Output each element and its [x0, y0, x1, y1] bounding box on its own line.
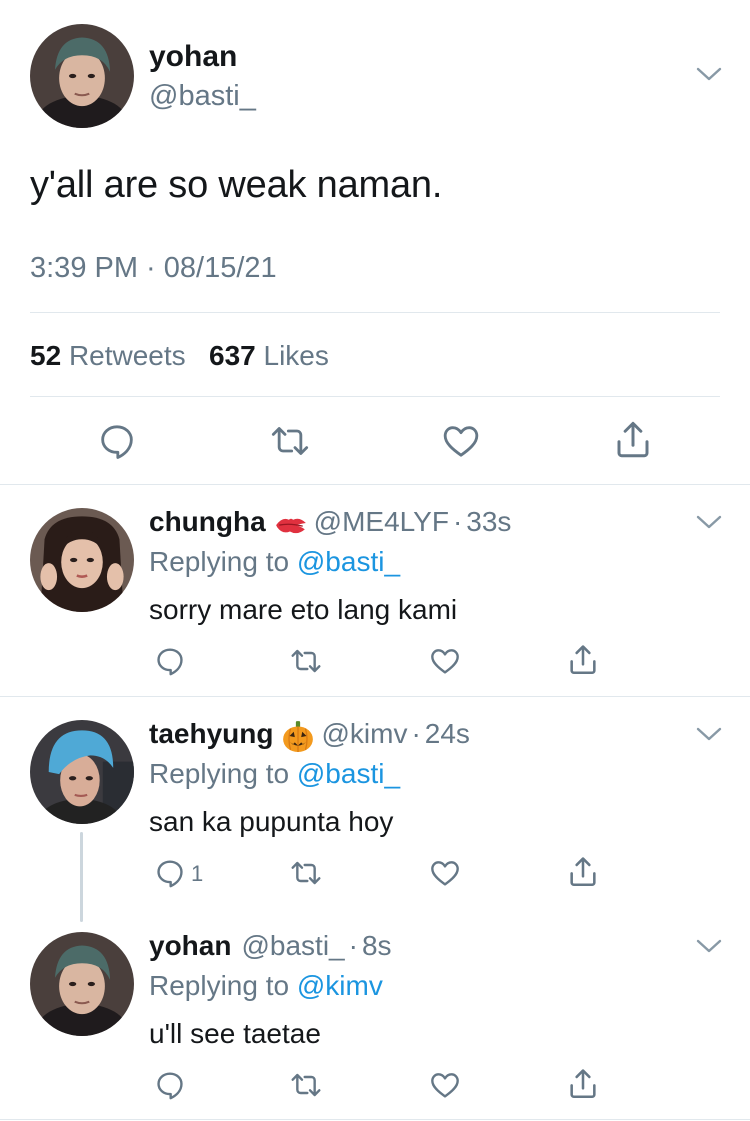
share-icon[interactable] — [612, 419, 654, 461]
main-tweet-handle[interactable]: @basti_ — [149, 80, 256, 113]
reply-handle[interactable]: @ME4LYF — [314, 506, 449, 537]
reply-header: chungha @ME4LYF · 33s — [149, 506, 511, 544]
share-icon[interactable] — [566, 1067, 600, 1101]
reply-time[interactable]: 24s — [425, 718, 470, 749]
retweet-icon[interactable] — [288, 857, 324, 889]
reply-display-name[interactable]: taehyung — [149, 718, 273, 749]
reply-icon[interactable] — [97, 421, 137, 461]
retweet-icon[interactable] — [288, 645, 324, 677]
reply-display-name[interactable]: yohan — [149, 930, 231, 961]
reply-header: yohan @basti_ · 8s — [149, 930, 392, 962]
retweet-icon[interactable] — [268, 421, 312, 461]
likes-label[interactable]: Likes — [264, 340, 329, 371]
chevron-down-icon[interactable] — [696, 514, 722, 530]
divider — [0, 1119, 750, 1120]
replying-to-link[interactable]: @kimv — [297, 970, 383, 1001]
replying-to-prefix: Replying to — [149, 546, 290, 577]
replying-to-line: Replying to @basti_ — [149, 758, 400, 790]
reply-text: san ka pupunta hoy — [149, 806, 394, 837]
retweets-count[interactable]: 52 — [30, 340, 61, 371]
reply-handle[interactable]: @kimv — [321, 718, 407, 749]
reply-icon[interactable] — [154, 1069, 186, 1101]
replying-to-prefix: Replying to — [149, 970, 290, 1001]
reply-time[interactable]: 33s — [466, 506, 511, 537]
reply-avatar[interactable] — [30, 508, 134, 612]
reply-avatar[interactable] — [30, 932, 134, 1036]
divider — [30, 396, 720, 397]
kiss-mark-icon — [274, 507, 308, 541]
retweets-label[interactable]: Retweets — [69, 340, 186, 371]
divider — [30, 312, 720, 313]
reply-icon[interactable] — [154, 857, 186, 889]
reply-icon[interactable] — [154, 645, 186, 677]
reply-header: taehyung @kimv · 24s — [149, 718, 470, 756]
main-tweet-text: y'all are so weak naman. — [30, 164, 443, 206]
replying-to-link[interactable]: @basti_ — [297, 758, 400, 789]
reply-count: 1 — [191, 861, 204, 886]
share-icon[interactable] — [566, 855, 600, 889]
divider — [0, 696, 750, 697]
replying-to-line: Replying to @basti_ — [149, 546, 400, 578]
like-heart-icon[interactable] — [440, 421, 482, 461]
divider — [0, 484, 750, 485]
reply-text: sorry mare eto lang kami — [149, 594, 458, 625]
share-icon[interactable] — [566, 643, 600, 677]
reply-text: u'll see taetae — [149, 1018, 321, 1049]
chevron-down-icon[interactable] — [696, 938, 722, 954]
main-tweet-display-name[interactable]: yohan — [149, 40, 237, 74]
replying-to-prefix: Replying to — [149, 758, 290, 789]
jack-o-lantern-icon — [281, 719, 315, 753]
like-heart-icon[interactable] — [428, 645, 462, 677]
main-tweet-avatar[interactable] — [30, 24, 134, 128]
meta-separator: · — [411, 718, 421, 749]
chevron-down-icon[interactable] — [696, 726, 722, 742]
meta-separator: · — [348, 930, 358, 961]
reply-avatar[interactable] — [30, 720, 134, 824]
meta-separator: · — [452, 506, 463, 537]
retweet-icon[interactable] — [288, 1069, 324, 1101]
chevron-down-icon[interactable] — [696, 66, 722, 82]
reply-handle[interactable]: @basti_ — [241, 930, 344, 961]
replying-to-link[interactable]: @basti_ — [297, 546, 400, 577]
main-tweet-timestamp[interactable]: 3:39 PM · 08/15/21 — [30, 252, 277, 285]
tweet-stats: 52 Retweets 637 Likes — [30, 340, 329, 372]
reply-time[interactable]: 8s — [362, 930, 392, 961]
likes-count[interactable]: 637 — [209, 340, 256, 371]
thread-connector-line — [80, 832, 83, 922]
reply-display-name[interactable]: chungha — [149, 506, 266, 537]
like-heart-icon[interactable] — [428, 1069, 462, 1101]
like-heart-icon[interactable] — [428, 857, 462, 889]
replying-to-line: Replying to @kimv — [149, 970, 383, 1002]
